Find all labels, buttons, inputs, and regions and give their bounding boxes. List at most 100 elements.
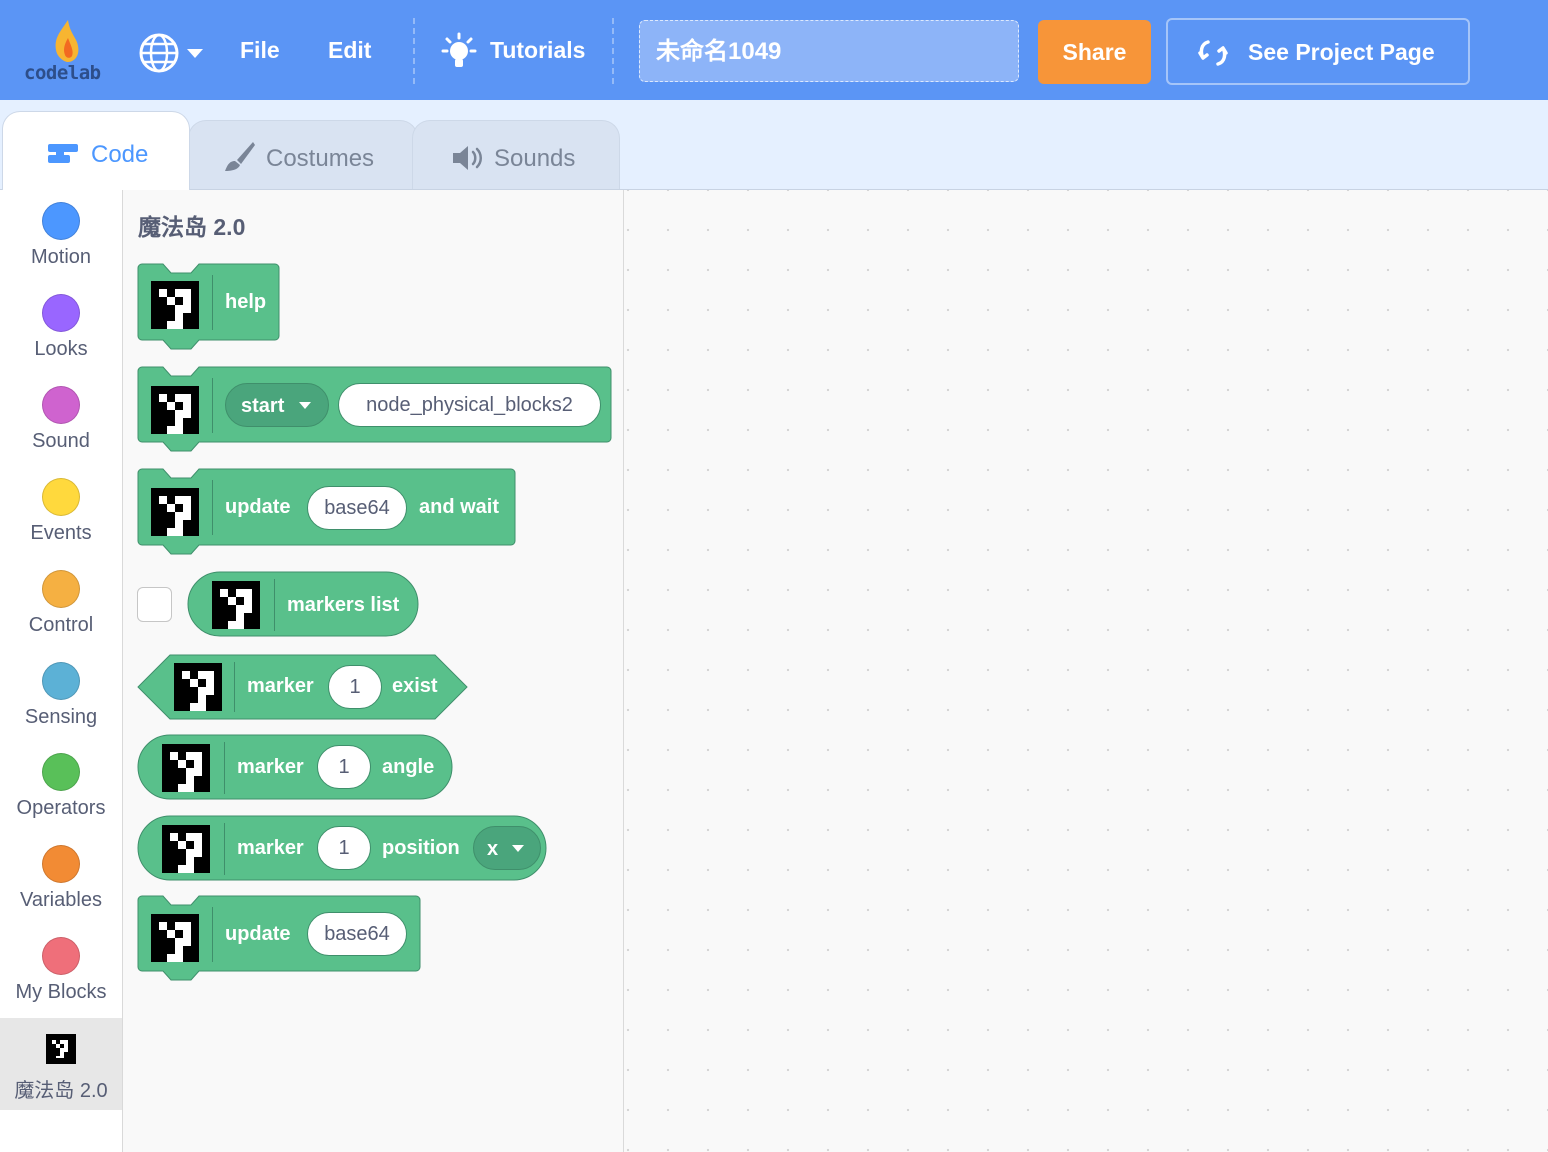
menu-bar: codelab File Edit Tutorials 未命名1049 Shar… xyxy=(0,0,1548,100)
aruco-marker-icon xyxy=(151,281,199,329)
category-my-blocks[interactable]: My Blocks xyxy=(0,925,122,1017)
help-block[interactable]: help xyxy=(137,263,282,353)
category-looks[interactable]: Looks xyxy=(0,282,122,374)
markers-list-label: markers list xyxy=(287,594,400,616)
start-mode-dropdown[interactable]: start xyxy=(225,383,329,427)
category-dot-icon xyxy=(42,294,80,332)
tab-costumes-label: Costumes xyxy=(266,145,375,172)
block-separator xyxy=(212,378,213,433)
update-input[interactable]: base64 xyxy=(307,912,407,956)
category-events[interactable]: Events xyxy=(0,466,122,558)
lightbulb-icon xyxy=(441,32,477,67)
remix-arrows-icon xyxy=(1198,40,1228,66)
editor-tabs: Code Costumes Sounds xyxy=(0,100,1548,190)
category-dot-icon xyxy=(42,662,80,700)
tab-sounds[interactable]: Sounds xyxy=(412,120,620,189)
marker-position-suffix: position xyxy=(382,837,460,859)
dropdown-arrow-icon xyxy=(512,845,524,852)
speaker-icon xyxy=(453,146,482,170)
file-menu[interactable]: File xyxy=(240,37,280,64)
category-dot-icon xyxy=(42,845,80,883)
tutorials-menu[interactable]: Tutorials xyxy=(440,32,600,72)
marker-position-id-input[interactable]: 1 xyxy=(317,826,371,870)
category-dot-icon xyxy=(42,478,80,516)
edit-menu[interactable]: Edit xyxy=(328,37,371,64)
marker-position-reporter[interactable]: marker 1 position x xyxy=(137,815,549,883)
category-label: Sound xyxy=(32,430,90,452)
category-menu: Motion Looks Sound Events Control Sensin… xyxy=(0,190,123,1152)
marker-angle-label: marker xyxy=(237,756,304,778)
category-label: Looks xyxy=(34,338,88,360)
category-label: Control xyxy=(28,614,94,636)
category-operators[interactable]: Operators xyxy=(0,741,122,833)
aruco-marker-icon xyxy=(151,386,199,434)
category-sound[interactable]: Sound xyxy=(0,374,122,466)
tab-code-label: Code xyxy=(91,141,149,168)
marker-angle-id-input[interactable]: 1 xyxy=(317,745,371,789)
block-separator xyxy=(224,742,225,794)
markers-list-checkbox[interactable] xyxy=(137,587,172,622)
start-block[interactable]: start node_physical_blocks2 xyxy=(137,366,615,458)
category-control[interactable]: Control xyxy=(0,558,122,650)
tab-code[interactable]: Code xyxy=(2,111,190,190)
block-separator xyxy=(212,907,213,962)
marker-angle-reporter[interactable]: marker 1 angle xyxy=(137,734,455,802)
category-dot-icon xyxy=(42,570,80,608)
axis-dropdown-value: x xyxy=(487,838,499,860)
help-block-label: help xyxy=(225,291,267,313)
tutorials-label: Tutorials xyxy=(490,37,586,63)
update-and-wait-block[interactable]: update base64 and wait xyxy=(137,468,519,560)
marker-exist-boolean[interactable]: marker 1 exist xyxy=(137,654,471,720)
codelab-logo[interactable]: codelab xyxy=(20,18,101,88)
block-separator xyxy=(212,275,213,330)
block-separator xyxy=(274,579,275,631)
category-dot-icon xyxy=(42,753,80,791)
update-label: update xyxy=(225,923,291,945)
menu-divider xyxy=(413,18,415,84)
logo-text: codelab xyxy=(24,62,101,84)
category-label: 魔法岛 2.0 xyxy=(14,1080,108,1102)
marker-exist-suffix: exist xyxy=(392,675,438,697)
block-separator xyxy=(212,480,213,535)
share-button[interactable]: Share xyxy=(1038,20,1151,84)
flame-icon xyxy=(55,20,79,62)
globe-icon xyxy=(139,33,203,73)
language-menu[interactable] xyxy=(138,32,208,79)
block-separator xyxy=(224,823,225,875)
category-label: My Blocks xyxy=(15,981,107,1003)
dropdown-arrow-icon xyxy=(299,402,311,409)
aruco-marker-icon xyxy=(212,581,260,629)
category-sensing[interactable]: Sensing xyxy=(0,650,122,742)
aruco-marker-icon xyxy=(46,1034,76,1064)
aruco-marker-icon xyxy=(151,488,199,536)
update-wait-input[interactable]: base64 xyxy=(307,486,407,530)
aruco-marker-icon xyxy=(162,744,210,792)
markers-list-reporter[interactable]: markers list xyxy=(187,571,421,639)
script-workspace[interactable] xyxy=(624,190,1548,1152)
category-magic-island[interactable]: 魔法岛 2.0 xyxy=(0,1018,122,1110)
aruco-marker-icon xyxy=(162,825,210,873)
see-project-label: See Project Page xyxy=(1248,39,1435,65)
marker-position-label: marker xyxy=(237,837,304,859)
aruco-marker-icon xyxy=(151,914,199,962)
tab-sounds-label: Sounds xyxy=(494,145,576,172)
node-name-input[interactable]: node_physical_blocks2 xyxy=(338,383,601,427)
axis-dropdown[interactable]: x xyxy=(473,826,541,870)
see-project-page-button[interactable]: See Project Page xyxy=(1166,18,1470,85)
marker-exist-id-input[interactable]: 1 xyxy=(328,665,382,709)
category-dot-icon xyxy=(42,202,80,240)
category-label: Operators xyxy=(16,797,106,819)
category-dot-icon xyxy=(42,937,80,975)
aruco-marker-icon xyxy=(174,663,222,711)
tab-costumes[interactable]: Costumes xyxy=(188,120,418,189)
update-block[interactable]: update base64 xyxy=(137,895,425,985)
marker-exist-label: marker xyxy=(247,675,314,697)
category-label: Sensing xyxy=(24,706,98,728)
category-variables[interactable]: Variables xyxy=(0,833,122,925)
category-label: Motion xyxy=(30,246,92,268)
update-wait-label: update xyxy=(225,496,291,518)
category-motion[interactable]: Motion xyxy=(0,190,122,282)
project-title-input[interactable]: 未命名1049 xyxy=(639,20,1019,82)
palette-section-title: 魔法岛 2.0 xyxy=(138,214,246,240)
start-dropdown-value: start xyxy=(241,395,285,417)
